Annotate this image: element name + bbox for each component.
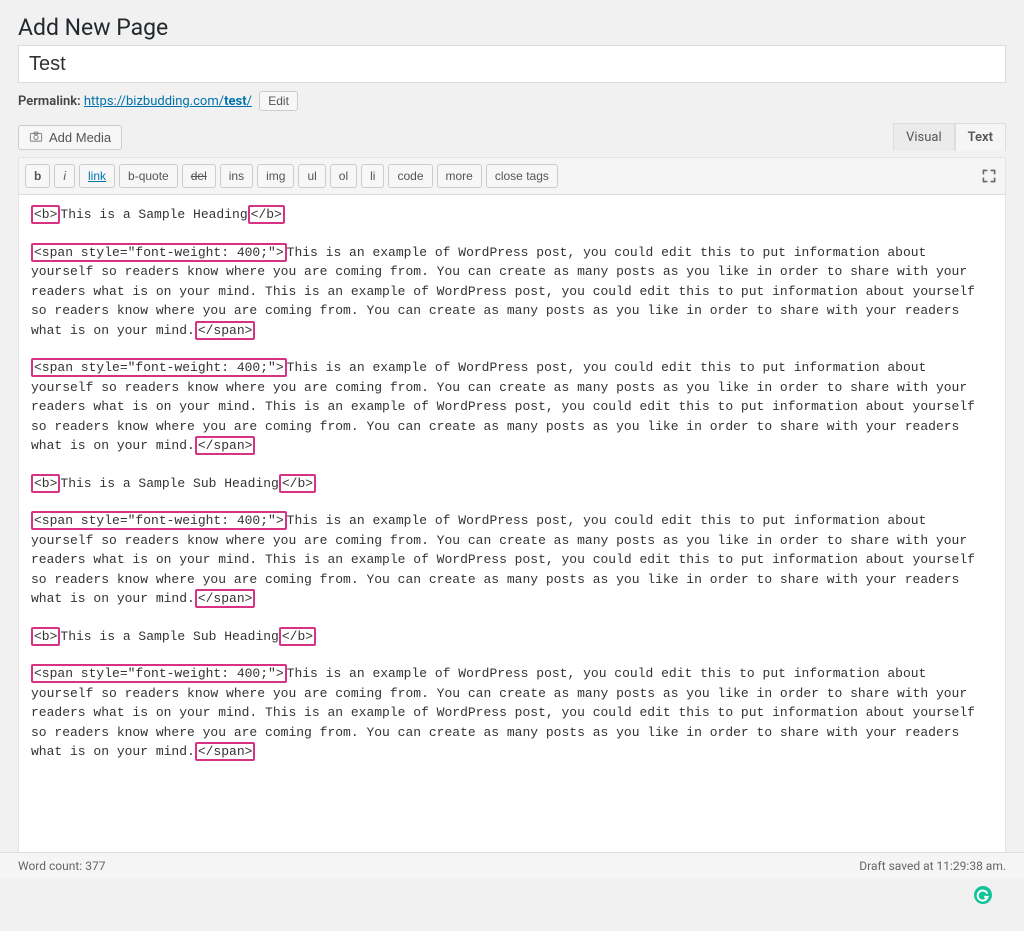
qt-more-button[interactable]: more <box>437 164 482 188</box>
html-tag-highlight: </b> <box>248 205 285 224</box>
tab-text[interactable]: Text <box>955 123 1006 151</box>
permalink-row: Permalink: https://bizbudding.com/test/ … <box>0 91 1024 123</box>
permalink-url[interactable]: https://bizbudding.com/test/ <box>84 94 252 109</box>
html-tag-highlight: <span style="font-weight: 400;"> <box>31 358 287 377</box>
qt-del-button[interactable]: del <box>182 164 216 188</box>
qt-link-button[interactable]: link <box>79 164 115 188</box>
camera-icon <box>29 130 43 144</box>
tab-visual[interactable]: Visual <box>893 123 955 151</box>
qt-close-tags-button[interactable]: close tags <box>486 164 558 188</box>
qt-b-quote-button[interactable]: b-quote <box>119 164 178 188</box>
html-tag-highlight: <b> <box>31 205 60 224</box>
html-tag-highlight: </span> <box>195 436 256 455</box>
post-title-input[interactable] <box>18 45 1006 83</box>
qt-ul-button[interactable]: ul <box>298 164 325 188</box>
html-tag-highlight: <b> <box>31 474 60 493</box>
add-media-button[interactable]: Add Media <box>18 125 122 150</box>
draft-saved-status: Draft saved at 11:29:38 am. <box>859 859 1006 873</box>
content-textarea[interactable]: <b>This is a Sample Heading</b><span sty… <box>19 195 1005 878</box>
qt-li-button[interactable]: li <box>361 164 384 188</box>
qt-code-button[interactable]: code <box>388 164 432 188</box>
qt-i-button[interactable]: i <box>54 164 75 188</box>
html-tag-highlight: </b> <box>279 627 316 646</box>
permalink-edit-button[interactable]: Edit <box>259 91 298 111</box>
quicktags-toolbar: bilinkb-quotedelinsimgulollicodemoreclos… <box>19 158 1005 195</box>
fullscreen-toggle[interactable] <box>979 166 999 186</box>
html-tag-highlight: </span> <box>195 589 256 608</box>
html-tag-highlight: </b> <box>279 474 316 493</box>
html-tag-highlight: <span style="font-weight: 400;"> <box>31 511 287 530</box>
page-title: Add New Page <box>0 0 1024 45</box>
qt-ol-button[interactable]: ol <box>330 164 357 188</box>
html-tag-highlight: </span> <box>195 321 256 340</box>
qt-b-button[interactable]: b <box>25 164 50 188</box>
html-tag-highlight: </span> <box>195 742 256 761</box>
qt-img-button[interactable]: img <box>257 164 294 188</box>
add-media-label: Add Media <box>49 130 111 145</box>
html-tag-highlight: <span style="font-weight: 400;"> <box>31 664 287 683</box>
html-tag-highlight: <span style="font-weight: 400;"> <box>31 243 287 262</box>
qt-ins-button[interactable]: ins <box>220 164 253 188</box>
html-tag-highlight: <b> <box>31 627 60 646</box>
word-count: Word count: 377 <box>18 859 105 873</box>
permalink-label: Permalink: <box>18 94 81 109</box>
